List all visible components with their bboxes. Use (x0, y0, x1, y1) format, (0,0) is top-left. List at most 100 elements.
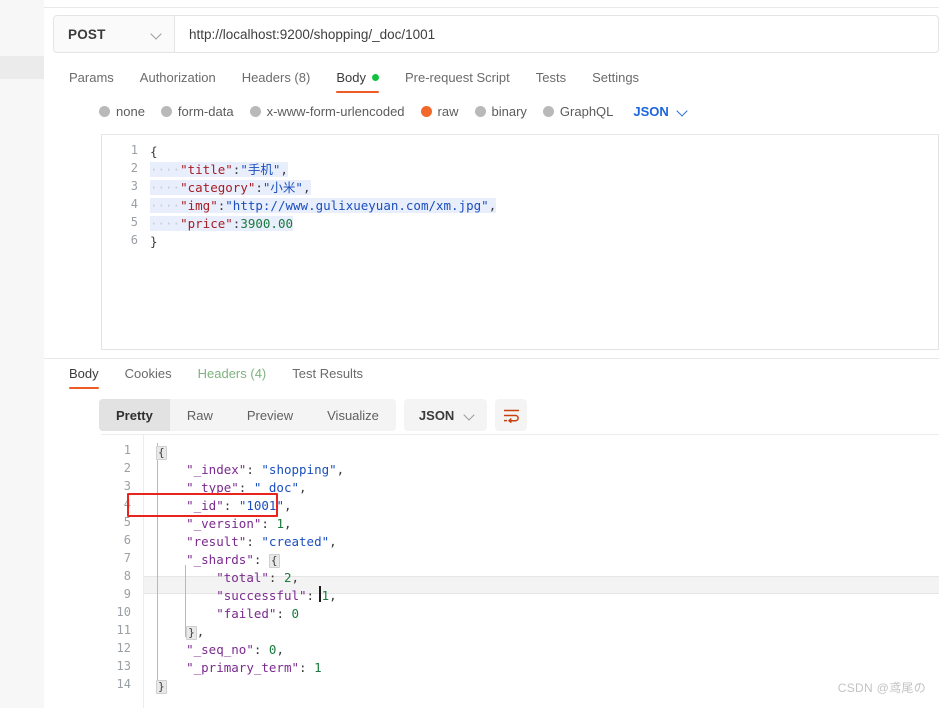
response-format-select[interactable]: JSON (403, 399, 488, 431)
radio-selected-icon (420, 106, 432, 117)
view-mode-visualize[interactable]: Visualize (310, 399, 396, 431)
main-panel: POST http://localhost:9200/shopping/_doc… (44, 0, 939, 708)
body-type-selector: none form-data x-www-form-urlencoded raw… (99, 104, 688, 119)
line-number: 2 (123, 461, 131, 475)
chevron-down-icon (464, 410, 475, 421)
body-type-binary[interactable]: binary (474, 104, 527, 119)
http-method-label: POST (68, 26, 106, 42)
line-number: 6 (130, 233, 138, 247)
response-tab-test-results[interactable]: Test Results (279, 360, 376, 393)
radio-icon (99, 106, 110, 117)
word-wrap-icon (503, 409, 519, 423)
body-type-urlencoded[interactable]: x-www-form-urlencoded (249, 104, 405, 119)
body-type-graphql[interactable]: GraphQL (542, 104, 613, 119)
tab-params[interactable]: Params (56, 64, 127, 97)
view-mode-preview[interactable]: Preview (230, 399, 310, 431)
line-number: 12 (116, 641, 131, 655)
tab-settings[interactable]: Settings (579, 64, 652, 97)
response-tab-body-label: Body (69, 366, 99, 381)
view-mode-pretty-label: Pretty (116, 407, 153, 423)
request-url-input[interactable]: http://localhost:9200/shopping/_doc/1001 (175, 16, 938, 52)
view-mode-raw[interactable]: Raw (170, 399, 230, 431)
left-rail-highlight-band (0, 56, 44, 79)
word-wrap-button[interactable] (495, 399, 528, 431)
code-line: "_type": "_doc", (186, 480, 307, 495)
view-mode-preview-label: Preview (246, 407, 294, 423)
code-line: "successful": 1, (216, 588, 337, 603)
view-mode-visualize-label: Visualize (327, 407, 379, 423)
code-line: } (150, 234, 158, 249)
tab-authorization[interactable]: Authorization (127, 64, 229, 97)
http-method-select[interactable]: POST (54, 16, 175, 52)
response-tabs: Body Cookies Headers (4) Test Results (56, 360, 376, 393)
line-number: 6 (123, 533, 131, 547)
body-modified-dot-icon (371, 74, 379, 81)
body-type-urlencoded-label: x-www-form-urlencoded (266, 104, 405, 119)
top-divider (44, 7, 939, 8)
line-number: 5 (130, 215, 138, 229)
line-number: 3 (130, 179, 138, 193)
tab-tests[interactable]: Tests (523, 64, 579, 97)
response-format-label: JSON (418, 407, 455, 423)
code-line: "result": "created", (186, 534, 337, 549)
radio-icon (249, 106, 261, 117)
gutter-divider (143, 435, 144, 708)
line-number: 4 (130, 197, 138, 211)
line-number: 11 (116, 623, 131, 637)
code-line: ····"price":3900.00 (150, 216, 294, 231)
request-url-bar: POST http://localhost:9200/shopping/_doc… (53, 15, 939, 53)
raw-format-select[interactable]: JSON (633, 104, 687, 119)
code-line: ····"title":"手机", (150, 162, 288, 177)
code-line: } (156, 680, 167, 694)
code-line: "_index": "shopping", (186, 462, 345, 477)
chevron-down-icon (151, 29, 162, 40)
tab-pre-request-script[interactable]: Pre-request Script (392, 64, 523, 97)
body-type-none[interactable]: none (99, 104, 145, 119)
line-number: 10 (116, 605, 131, 619)
raw-format-label: JSON (633, 104, 669, 119)
body-type-form-data[interactable]: form-data (160, 104, 234, 119)
tab-authorization-label: Authorization (139, 70, 216, 85)
code-line: ····"img":"http://www.gulixueyuan.com/xm… (150, 198, 497, 213)
view-mode-raw-label: Raw (186, 407, 213, 423)
code-line: ····"category":"小米", (150, 180, 311, 195)
code-line: { (150, 144, 158, 159)
body-type-binary-label: binary (491, 104, 527, 119)
tab-headers-label: Headers (8) (241, 70, 311, 85)
request-body-editor[interactable]: 1 { 2 ····"title":"手机", 3 ····"category"… (101, 135, 939, 350)
left-rail (0, 0, 45, 708)
response-body-viewer[interactable]: 1 { 2 "_index": "shopping", 3 "_type": "… (101, 435, 939, 708)
code-line: "total": 2, (216, 570, 300, 585)
body-type-form-data-label: form-data (177, 104, 234, 119)
tab-body[interactable]: Body (323, 64, 392, 97)
code-line: "_seq_no": 0, (186, 642, 284, 657)
response-view-mode-group: Pretty Raw Preview Visualize (99, 399, 396, 431)
line-number: 5 (123, 515, 131, 529)
tab-tests-label: Tests (535, 70, 567, 85)
code-line: "_version": 1, (186, 516, 292, 531)
body-type-raw[interactable]: raw (420, 104, 459, 119)
tab-headers[interactable]: Headers (8) (229, 64, 324, 97)
tab-params-label: Params (69, 70, 114, 85)
code-line: { (156, 446, 167, 460)
line-number: 9 (123, 587, 131, 601)
view-mode-pretty[interactable]: Pretty (99, 399, 170, 431)
response-tab-headers[interactable]: Headers (4) (185, 360, 280, 393)
line-number: 14 (116, 677, 131, 691)
postman-window: POST http://localhost:9200/shopping/_doc… (0, 0, 939, 708)
line-number: 1 (123, 443, 131, 457)
line-number: 2 (130, 161, 138, 175)
body-type-raw-label: raw (437, 104, 459, 119)
code-line: "failed": 0 (216, 606, 300, 621)
tab-body-label: Body (336, 70, 366, 85)
response-divider (44, 358, 939, 359)
text-caret (319, 586, 321, 602)
response-tab-headers-label: Headers (4) (197, 366, 267, 381)
tab-pre-request-script-label: Pre-request Script (404, 70, 510, 85)
response-tab-test-results-label: Test Results (292, 366, 364, 381)
response-tab-cookies[interactable]: Cookies (112, 360, 185, 393)
request-tabs: Params Authorization Headers (8) Body Pr… (56, 64, 652, 97)
line-number: 13 (116, 659, 131, 673)
response-tab-body[interactable]: Body (56, 360, 112, 393)
line-number: 8 (123, 569, 131, 583)
